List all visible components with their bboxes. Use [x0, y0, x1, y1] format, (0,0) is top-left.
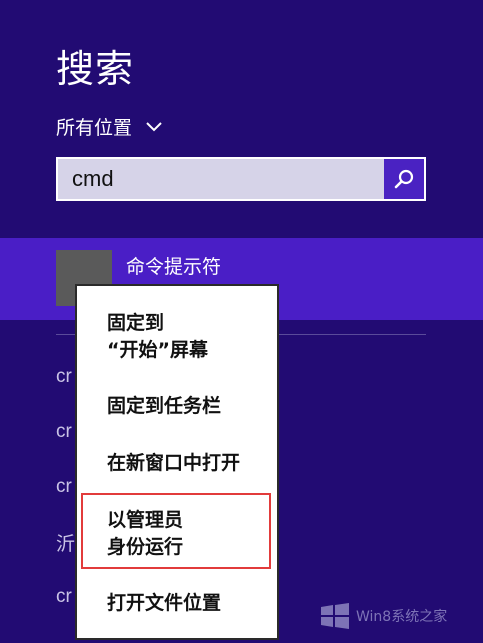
menu-item-label: 以管理员 — [107, 509, 184, 531]
menu-item-label: 固定到 — [107, 312, 165, 334]
menu-item-label: “开始”屏幕 — [107, 339, 208, 361]
windows-logo-icon — [321, 603, 349, 629]
search-result-label: 命令提示符 — [126, 256, 222, 278]
list-item[interactable]: cr — [56, 421, 72, 443]
menu-item-run-as-admin[interactable]: 以管理员 身份运行 — [107, 507, 183, 561]
list-item[interactable]: 沂 — [56, 529, 75, 556]
watermark-text: Win8系统之家 — [356, 609, 448, 625]
search-icon — [394, 169, 414, 189]
search-scope-dropdown[interactable]: 所有位置 — [56, 113, 162, 140]
menu-item-label: 身份运行 — [107, 536, 184, 558]
search-button[interactable] — [384, 159, 424, 199]
context-menu: 固定到 “开始”屏幕 固定到任务栏 在新窗口中打开 以管理员 身份运行 打开文件… — [75, 284, 279, 640]
list-item[interactable]: cr — [56, 586, 72, 608]
search-scope-label: 所有位置 — [56, 117, 133, 139]
search-input[interactable] — [58, 159, 386, 199]
chevron-down-icon — [146, 121, 162, 131]
menu-item-open-new-window[interactable]: 在新窗口中打开 — [107, 450, 240, 477]
list-item[interactable]: cr — [56, 366, 72, 388]
page-title: 搜索 — [56, 47, 135, 91]
watermark: Win8系统之家 — [320, 603, 447, 629]
menu-item-pin-to-start[interactable]: 固定到 “开始”屏幕 — [107, 310, 208, 364]
search-box — [56, 157, 426, 201]
menu-item-open-file-location[interactable]: 打开文件位置 — [107, 590, 221, 617]
menu-item-pin-to-taskbar[interactable]: 固定到任务栏 — [107, 393, 221, 420]
list-item[interactable]: cr — [56, 476, 72, 498]
